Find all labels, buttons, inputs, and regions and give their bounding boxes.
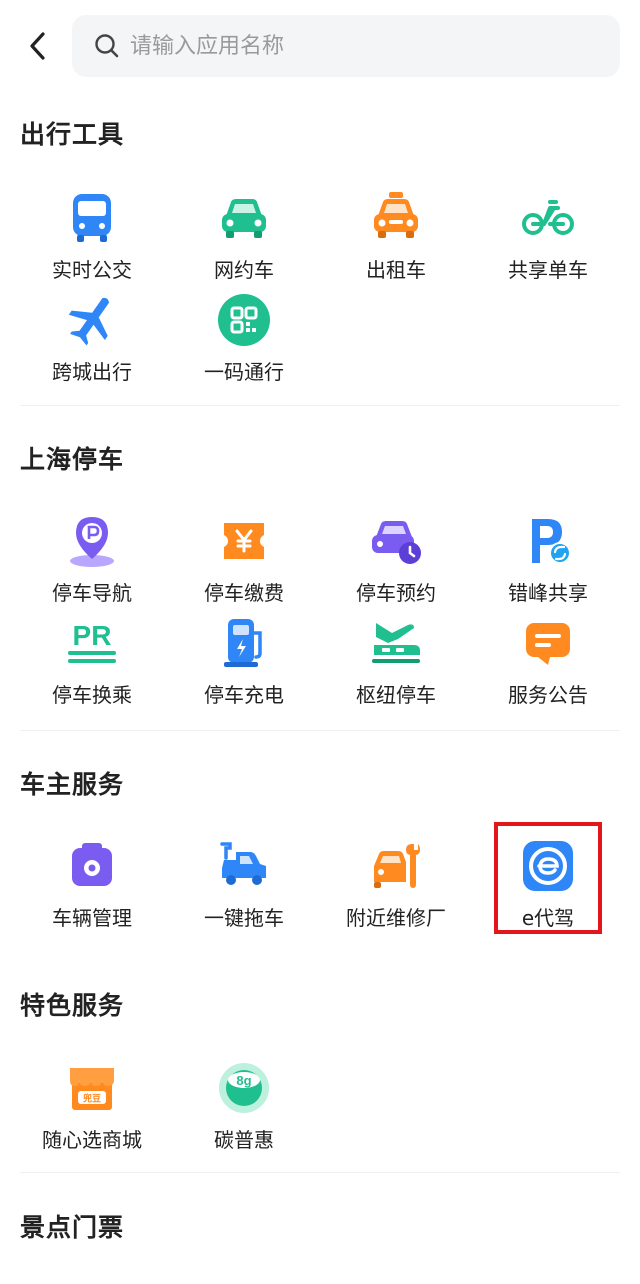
shop-icon: 兜豆 xyxy=(70,1068,114,1110)
search-box[interactable] xyxy=(72,15,620,77)
bicycle-icon xyxy=(522,200,574,235)
svg-text:兜豆: 兜豆 xyxy=(83,1093,101,1105)
app-label: 车辆管理 xyxy=(52,906,132,930)
search-icon xyxy=(92,31,122,61)
app-parking-charging[interactable]: 停车充电 xyxy=(168,615,320,715)
airplane-icon xyxy=(68,297,110,346)
app-label: 停车换乘 xyxy=(52,683,132,707)
bus-icon xyxy=(73,194,111,242)
app-label: 枢纽停车 xyxy=(356,683,436,707)
app-parking-payment[interactable]: 停车缴费 xyxy=(168,513,320,613)
section-title-scenic-tickets: 景点门票 xyxy=(20,1213,125,1242)
app-label: 一键拖车 xyxy=(204,906,284,930)
section-title-travel-tools: 出行工具 xyxy=(20,120,125,149)
app-nearby-repair-shop[interactable]: 附近维修厂 xyxy=(320,838,472,938)
app-realtime-bus[interactable]: 实时公交 xyxy=(16,190,168,290)
section-title-featured-services: 特色服务 xyxy=(20,991,125,1020)
yen-ticket-icon xyxy=(224,523,264,559)
section-divider xyxy=(20,405,620,406)
app-vehicle-management[interactable]: 车辆管理 xyxy=(16,838,168,938)
app-label: 停车充电 xyxy=(204,683,284,707)
app-mall[interactable]: 兜豆 随心选商城 xyxy=(16,1060,168,1160)
app-parking-reservation[interactable]: 停车预约 xyxy=(320,513,472,613)
app-hub-parking[interactable]: 枢纽停车 xyxy=(320,615,472,715)
app-label: 一码通行 xyxy=(204,360,284,384)
charging-station-icon xyxy=(224,619,262,667)
app-label: 碳普惠 xyxy=(214,1128,274,1152)
app-intercity[interactable]: 跨城出行 xyxy=(16,292,168,392)
app-one-click-tow[interactable]: 一键拖车 xyxy=(168,838,320,938)
svg-text:8g: 8g xyxy=(236,1073,251,1088)
app-one-code-pass[interactable]: 一码通行 xyxy=(168,292,320,392)
app-label: 停车缴费 xyxy=(204,581,284,605)
back-button[interactable] xyxy=(20,28,56,64)
app-off-peak-sharing[interactable]: 错峰共享 xyxy=(472,513,624,613)
app-label: 跨城出行 xyxy=(52,360,132,384)
app-label: 停车预约 xyxy=(356,581,436,605)
chevron-left-icon xyxy=(30,32,45,60)
app-label: 随心选商城 xyxy=(42,1128,142,1152)
top-bar xyxy=(0,0,640,90)
app-label: 共享单车 xyxy=(508,258,588,282)
app-parking-navigation[interactable]: 停车导航 xyxy=(16,513,168,613)
message-icon xyxy=(526,623,570,665)
app-service-notice[interactable]: 服务公告 xyxy=(472,615,624,715)
svg-text:PR: PR xyxy=(73,620,112,651)
app-label: 服务公告 xyxy=(508,683,588,707)
transit-hub-icon xyxy=(372,623,420,663)
parking-share-icon xyxy=(532,519,571,564)
search-input[interactable] xyxy=(128,32,572,60)
vehicle-manage-icon xyxy=(72,843,112,886)
app-park-and-ride[interactable]: PR 停车换乘 xyxy=(16,615,168,715)
park-ride-icon: PR xyxy=(68,620,116,663)
app-ride-hailing[interactable]: 网约车 xyxy=(168,190,320,290)
app-label: 网约车 xyxy=(214,258,274,282)
tow-truck-icon xyxy=(220,842,266,885)
qr-code-icon xyxy=(218,294,270,346)
app-label: 实时公交 xyxy=(52,258,132,282)
app-taxi[interactable]: 出租车 xyxy=(320,190,472,290)
car-icon xyxy=(222,199,266,238)
app-label: 错峰共享 xyxy=(508,581,588,605)
highlight-box xyxy=(494,822,602,934)
app-label: 附近维修厂 xyxy=(346,906,446,930)
app-label: 停车导航 xyxy=(52,581,132,605)
parking-pin-icon xyxy=(70,517,114,567)
section-divider xyxy=(20,730,620,731)
section-divider xyxy=(20,1172,620,1173)
taxi-icon xyxy=(374,192,418,238)
carbon-globe-icon: 8g xyxy=(219,1063,269,1113)
section-title-car-owner-services: 车主服务 xyxy=(20,770,125,799)
repair-shop-icon xyxy=(374,844,420,888)
section-title-shanghai-parking: 上海停车 xyxy=(20,445,125,474)
car-clock-icon xyxy=(372,521,421,564)
app-carbon-inclusive[interactable]: 8g 碳普惠 xyxy=(168,1060,320,1160)
app-shared-bike[interactable]: 共享单车 xyxy=(472,190,624,290)
app-label: 出租车 xyxy=(366,258,426,282)
